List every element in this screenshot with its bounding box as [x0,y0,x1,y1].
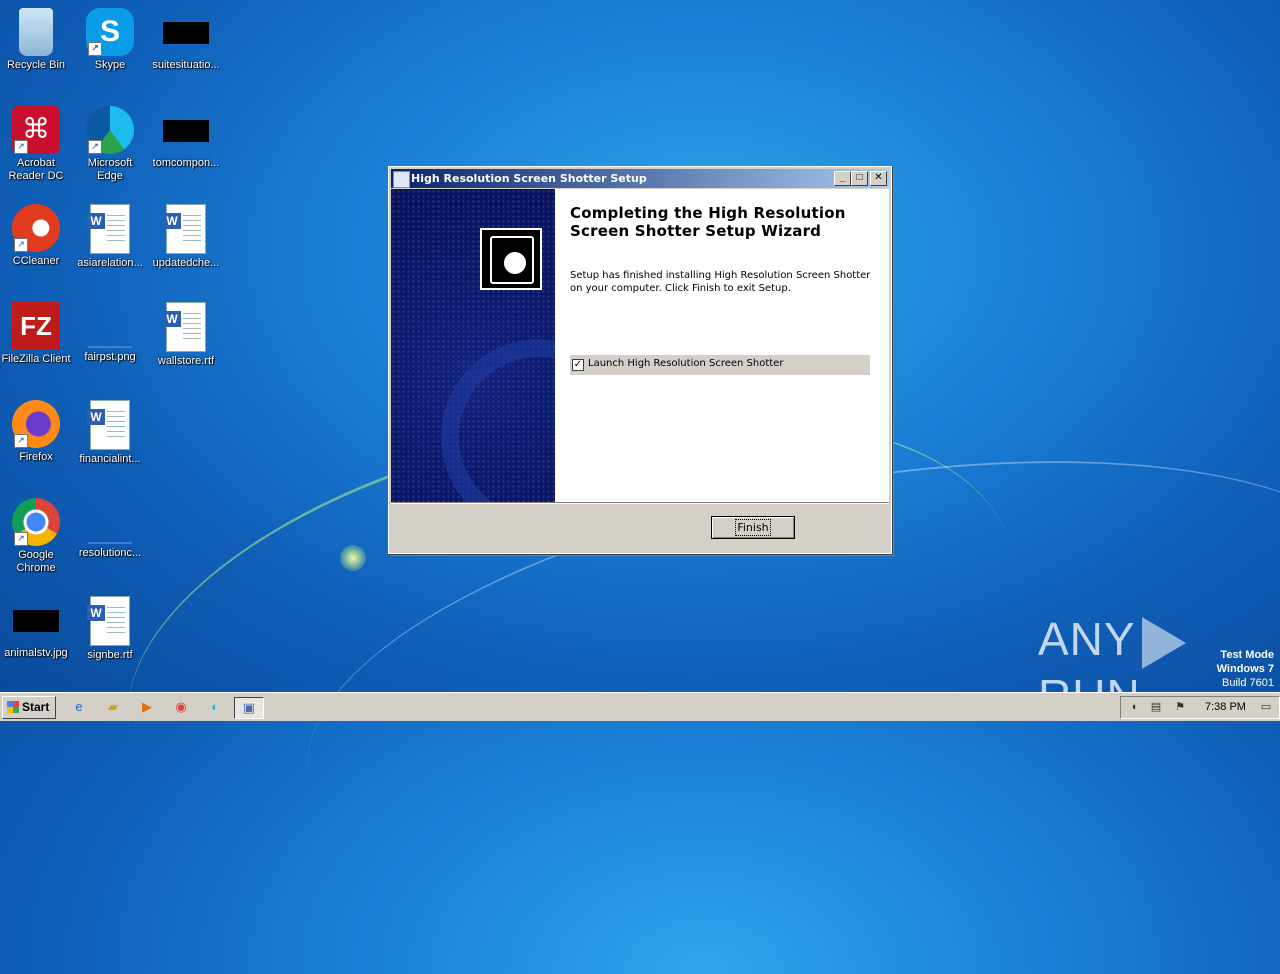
desktop-icon-tomcomponent[interactable]: tomcompon... [150,106,222,170]
icon-label: wallstore.rtf [157,355,215,367]
edge-icon: ↗ [86,106,134,154]
desktop-icon-chrome[interactable]: ↗ Google Chrome [0,498,72,575]
taskbar: Start e ▰ ▶ ◉ ◐ ▣ ◖ ▤ ⚑ 7:38 PM ▭ [0,692,1280,721]
wallpaper-glow [340,545,366,571]
icon-label: updatedche... [152,257,220,269]
desktop-icon-updatedche[interactable]: W updatedche... [150,204,222,270]
wizard-content: Completing the High Resolution Screen Sh… [555,189,889,502]
file-thumbnail-icon [163,22,209,44]
finish-button-label: Finish [735,519,771,536]
shortcut-arrow-icon: ↗ [14,434,28,448]
launch-checkbox[interactable]: ✓ [572,359,584,371]
close-button[interactable]: ✕ [870,171,887,186]
chrome-taskbar-icon[interactable]: ◉ [170,697,192,717]
icon-label: Acrobat Reader DC [8,157,64,182]
icon-label: animalstv.jpg [4,647,68,659]
icon-label: tomcompon... [152,157,220,169]
file-thumbnail-icon [13,610,59,632]
firefox-icon: ↗ [12,400,60,448]
play-icon [1141,616,1186,669]
icon-label: CCleaner [12,255,60,267]
minimize-button[interactable]: _ [834,171,851,186]
filezilla-icon: FZ [12,302,60,350]
setup-dialog: High Resolution Screen Shotter Setup _ □… [388,166,892,554]
dialog-separator [391,502,889,504]
desktop-icon-suitesituation[interactable]: suitesituatio... [150,8,222,72]
desktop-icon-wallstore[interactable]: W wallstore.rtf [150,302,222,368]
icon-label: asiarelation... [77,257,143,269]
media-player-icon[interactable]: ▶ [136,697,158,717]
edge-taskbar-icon[interactable]: ◐ [204,697,226,717]
image-file-icon [88,542,132,544]
wizard-heading: Completing the High Resolution Screen Sh… [570,204,846,240]
launch-checkbox-label[interactable]: Launch High Resolution Screen Shotter [588,358,783,369]
test-mode-notice: Test Mode Windows 7 Build 7601 [1216,649,1274,689]
desktop-icon-ccleaner[interactable]: ↗ CCleaner [0,204,72,268]
icon-label: fairpst.png [84,351,136,363]
finish-button[interactable]: Finish [711,516,795,539]
icon-label: financialint... [79,453,141,465]
word-document-icon: W [163,204,206,254]
desktop-icon-firefox[interactable]: ↗ Firefox [0,400,72,464]
word-document-icon: W [87,400,130,450]
word-document-icon: W [87,596,130,646]
shortcut-arrow-icon: ↗ [14,532,28,546]
windows-logo-icon [7,701,19,713]
recycle-bin-icon [19,8,53,56]
desktop-icon-edge[interactable]: ↗ Microsoft Edge [74,106,146,183]
setup-app-icon [393,171,410,188]
desktop-icon-signbe[interactable]: W signbe.rtf [74,596,146,662]
icon-label: Recycle Bin [6,59,66,71]
watermark-text: ANY [1038,613,1136,665]
icon-label: resolutionc... [78,547,142,559]
desktop-icon-asiarelation[interactable]: W asiarelation... [74,204,146,270]
word-document-icon: W [87,204,130,254]
image-file-icon [88,346,132,348]
acrobat-icon: ⌘ ↗ [12,106,60,154]
icon-label: FileZilla Client [1,353,71,365]
wizard-side-banner [391,189,555,502]
ccleaner-icon: ↗ [12,204,60,252]
dialog-title: High Resolution Screen Shotter Setup [411,172,647,185]
desktop-icon-recycle-bin[interactable]: Recycle Bin [0,8,72,72]
folder-icon[interactable]: ▰ [102,697,124,717]
desktop-icon-fairpst[interactable]: fairpst.png [74,302,146,364]
icon-label: signbe.rtf [87,649,133,661]
icon-label: Firefox [19,451,53,463]
launch-checkbox-row[interactable]: ✓ Launch High Resolution Screen Shotter [570,355,870,375]
desktop-icon-financialint[interactable]: W financialint... [74,400,146,466]
dialog-titlebar[interactable]: High Resolution Screen Shotter Setup _ □… [391,169,889,188]
icon-label: Google Chrome [16,549,56,574]
start-button[interactable]: Start [2,696,56,719]
file-thumbnail-icon [163,120,209,142]
chrome-icon: ↗ [12,498,60,546]
setup-taskbar-button[interactable]: ▣ [234,697,264,719]
clock[interactable]: 7:38 PM [1205,697,1246,718]
shortcut-arrow-icon: ↗ [88,42,102,56]
shortcut-arrow-icon: ↗ [14,238,28,252]
icon-label: Microsoft Edge [87,157,133,182]
desktop-icon-skype[interactable]: S ↗ Skype [74,8,146,72]
volume-icon[interactable]: ◖ [1127,700,1141,714]
desktop-icon-acrobat[interactable]: ⌘ ↗ Acrobat Reader DC [0,106,72,183]
show-desktop-icon[interactable]: ▭ [1259,700,1273,714]
system-tray: ◖ ▤ ⚑ 7:38 PM ▭ [1120,696,1280,719]
desktop-icon-filezilla[interactable]: FZ FileZilla Client [0,302,72,366]
shortcut-arrow-icon: ↗ [14,140,28,154]
maximize-button[interactable]: □ [851,171,868,186]
wizard-body-text: Setup has finished installing High Resol… [570,270,871,294]
desktop-icon-animalstv[interactable]: animalstv.jpg [0,596,72,660]
shortcut-arrow-icon: ↗ [88,140,102,154]
word-document-icon: W [163,302,206,352]
icon-label: Skype [94,59,126,71]
icon-label: suitesituatio... [152,59,220,71]
installer-box-icon [480,228,542,290]
action-center-flag-icon[interactable]: ⚑ [1173,700,1187,714]
skype-icon: S ↗ [86,8,134,56]
internet-explorer-icon[interactable]: e [68,697,90,717]
network-icon[interactable]: ▤ [1149,700,1163,714]
desktop-icon-resolutionc[interactable]: resolutionc... [74,498,146,560]
